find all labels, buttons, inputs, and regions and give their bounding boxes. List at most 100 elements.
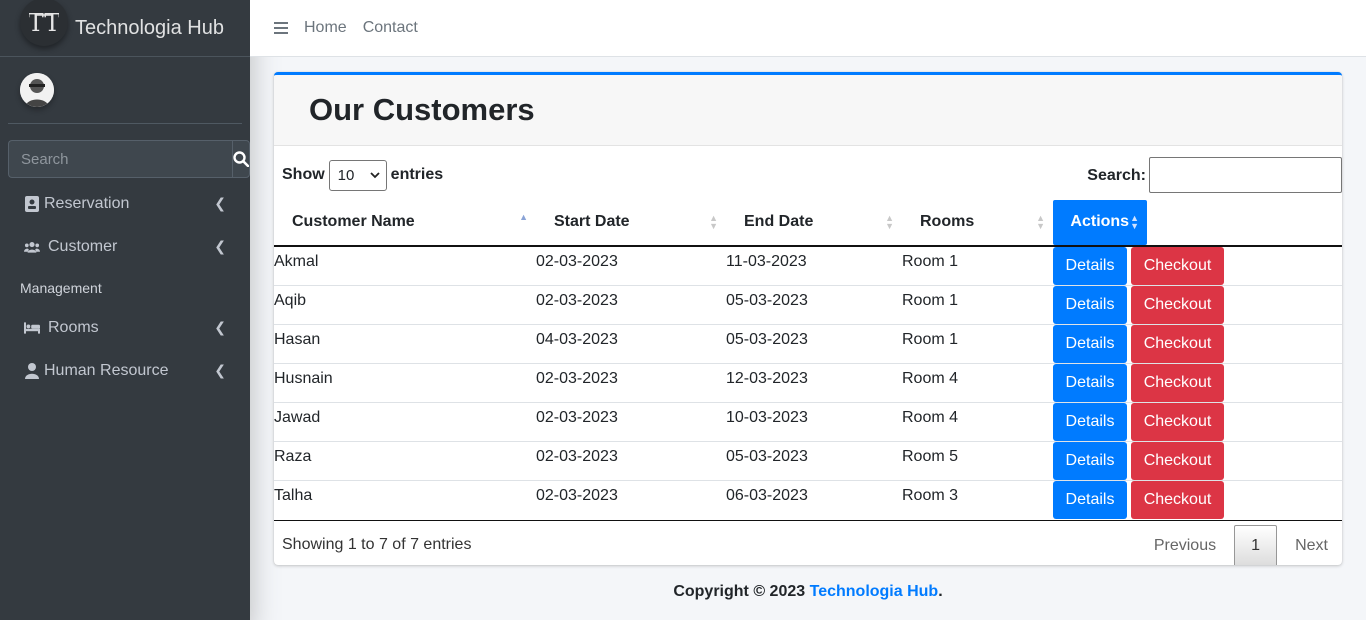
chevron-left-icon: ❮ <box>214 195 226 211</box>
entries-length-select[interactable]: 10 <box>328 159 387 191</box>
details-button[interactable]: Details <box>1053 442 1127 480</box>
cell-end: 05-03-2023 <box>726 324 902 364</box>
sidebar-item-customer[interactable]: Customer ❮ <box>0 225 250 268</box>
details-button[interactable]: Details <box>1053 286 1127 324</box>
table-controls: Show 10 entries Search: <box>282 157 1342 193</box>
checkout-button[interactable]: Checkout <box>1131 442 1224 480</box>
sort-asc-icon: ▲ <box>519 212 528 222</box>
details-button[interactable]: Details <box>1053 364 1127 402</box>
cell-end: 10-03-2023 <box>726 402 902 442</box>
cell-start: 02-03-2023 <box>536 363 726 403</box>
cell-end: 05-03-2023 <box>726 285 902 325</box>
avatar[interactable] <box>20 73 54 107</box>
page-title: Our Customers <box>309 92 535 127</box>
cell-end: 11-03-2023 <box>726 245 902 286</box>
table-row: Husnain 02-03-2023 12-03-2023 Room 4 Det… <box>274 363 1342 403</box>
sidebar-header: Management <box>20 280 102 296</box>
cell-room: Room 1 <box>902 245 1053 286</box>
cell-room: Room 3 <box>902 480 1053 520</box>
sidebar-search <box>8 140 250 178</box>
details-button[interactable]: Details <box>1053 403 1127 441</box>
brand-link[interactable]: TT Technologia Hub <box>0 0 250 57</box>
cell-end: 12-03-2023 <box>726 363 902 403</box>
cell-name: Aqib <box>274 285 536 325</box>
sidebar-search-button[interactable] <box>232 140 250 178</box>
table-row: Raza 02-03-2023 05-03-2023 Room 5 Detail… <box>274 441 1342 481</box>
sidebar-item-label: Rooms <box>48 318 99 336</box>
cell-end: 05-03-2023 <box>726 441 902 481</box>
cell-start: 02-03-2023 <box>536 402 726 442</box>
cell-start: 02-03-2023 <box>536 245 726 286</box>
pagination-page-1[interactable]: 1 <box>1234 525 1278 565</box>
chevron-left-icon: ❮ <box>214 238 226 254</box>
sidebar-item-label: Human Resource <box>44 361 169 379</box>
cell-start: 04-03-2023 <box>536 324 726 364</box>
user-panel <box>8 57 242 124</box>
checkout-button[interactable]: Checkout <box>1131 247 1224 285</box>
chevron-down-icon <box>370 171 380 178</box>
table-search-input[interactable] <box>1149 157 1342 193</box>
table-row: Akmal 02-03-2023 11-03-2023 Room 1 Detai… <box>274 245 1342 286</box>
table-header-row: Customer Name ▲ Start Date ▲ ▼ End Date ▲ ▼ R… <box>274 199 1342 247</box>
cell-name: Jawad <box>274 402 536 442</box>
customers-table: Customer Name ▲ Start Date ▲ ▼ End Date ▲ ▼ R… <box>274 199 1342 520</box>
col-end-date[interactable]: End Date ▲ ▼ <box>726 199 902 247</box>
cell-room: Room 5 <box>902 441 1053 481</box>
entries-label: entries <box>390 166 444 183</box>
checkout-button[interactable]: Checkout <box>1131 286 1224 324</box>
table-row: Jawad 02-03-2023 10-03-2023 Room 4 Detai… <box>274 402 1342 442</box>
cell-start: 02-03-2023 <box>536 441 726 481</box>
sidebar-item-human-resource[interactable]: Human Resource ❮ <box>0 349 250 392</box>
col-start-date[interactable]: Start Date ▲ ▼ <box>536 199 726 247</box>
cell-name: Akmal <box>274 245 536 286</box>
nav-contact-link[interactable]: Contact <box>363 19 418 37</box>
sidebar: TT Technologia Hub Search Reservation ❮ … <box>0 0 250 620</box>
cell-room: Room 1 <box>902 285 1053 325</box>
cell-end: 06-03-2023 <box>726 480 902 520</box>
pagination-previous[interactable]: Previous <box>1136 537 1234 555</box>
cell-room: Room 4 <box>902 402 1053 442</box>
table-row: Aqib 02-03-2023 05-03-2023 Room 1 Detail… <box>274 285 1342 325</box>
sidebar-item-rooms[interactable]: Rooms ❮ <box>0 306 250 349</box>
table-row: Hasan 04-03-2023 05-03-2023 Room 1 Detai… <box>274 324 1342 364</box>
table-search-label: Search: <box>1087 167 1146 184</box>
card-header: Our Customers <box>274 75 1342 146</box>
checkout-button[interactable]: Checkout <box>1131 403 1224 441</box>
cell-start: 02-03-2023 <box>536 480 726 520</box>
table-info: Showing 1 to 7 of 7 entries <box>282 535 472 553</box>
sidebar-item-label: Customer <box>48 237 118 255</box>
footer-suffix: . <box>938 583 943 600</box>
topbar: Home Contact <box>250 0 1366 57</box>
details-button[interactable]: Details <box>1053 247 1127 285</box>
sidebar-item-reservation[interactable]: Reservation ❮ <box>0 182 250 225</box>
table-footer: Showing 1 to 7 of 7 entries Previous 1 N… <box>274 520 1342 565</box>
show-label: Show <box>282 166 325 183</box>
sort-icon: ▲ ▼ <box>885 213 894 231</box>
bed-icon <box>24 321 40 335</box>
footer-brand-link[interactable]: Technologia Hub <box>810 583 939 600</box>
col-actions[interactable]: Actions ▲ ▼ <box>1053 199 1342 247</box>
sort-icon: ▲ ▼ <box>1130 213 1139 231</box>
cell-start: 02-03-2023 <box>536 285 726 325</box>
id-card-icon <box>24 195 40 212</box>
hamburger-menu-icon[interactable] <box>274 18 288 39</box>
details-button[interactable]: Details <box>1053 481 1127 519</box>
brand-name: Technologia Hub <box>75 16 224 39</box>
users-icon <box>24 240 40 254</box>
sort-icon: ▲ ▼ <box>709 213 718 231</box>
cell-room: Room 1 <box>902 324 1053 364</box>
pagination-next[interactable]: Next <box>1277 537 1328 555</box>
checkout-button[interactable]: Checkout <box>1131 364 1224 402</box>
nav-home-link[interactable]: Home <box>304 19 347 37</box>
cell-name: Talha <box>274 480 536 520</box>
col-customer-name[interactable]: Customer Name ▲ <box>274 199 536 247</box>
customers-card: Our Customers Show 10 entries Search: Cu… <box>274 72 1342 565</box>
sidebar-search-input[interactable] <box>8 140 232 178</box>
col-rooms[interactable]: Rooms ▲ ▼ <box>902 199 1053 247</box>
sidebar-nav: Reservation ❮ Customer ❮ Management Room… <box>0 182 250 392</box>
details-button[interactable]: Details <box>1053 325 1127 363</box>
cell-name: Husnain <box>274 363 536 403</box>
checkout-button[interactable]: Checkout <box>1131 325 1224 363</box>
svg-text:TT: TT <box>29 9 59 37</box>
checkout-button[interactable]: Checkout <box>1131 481 1224 519</box>
